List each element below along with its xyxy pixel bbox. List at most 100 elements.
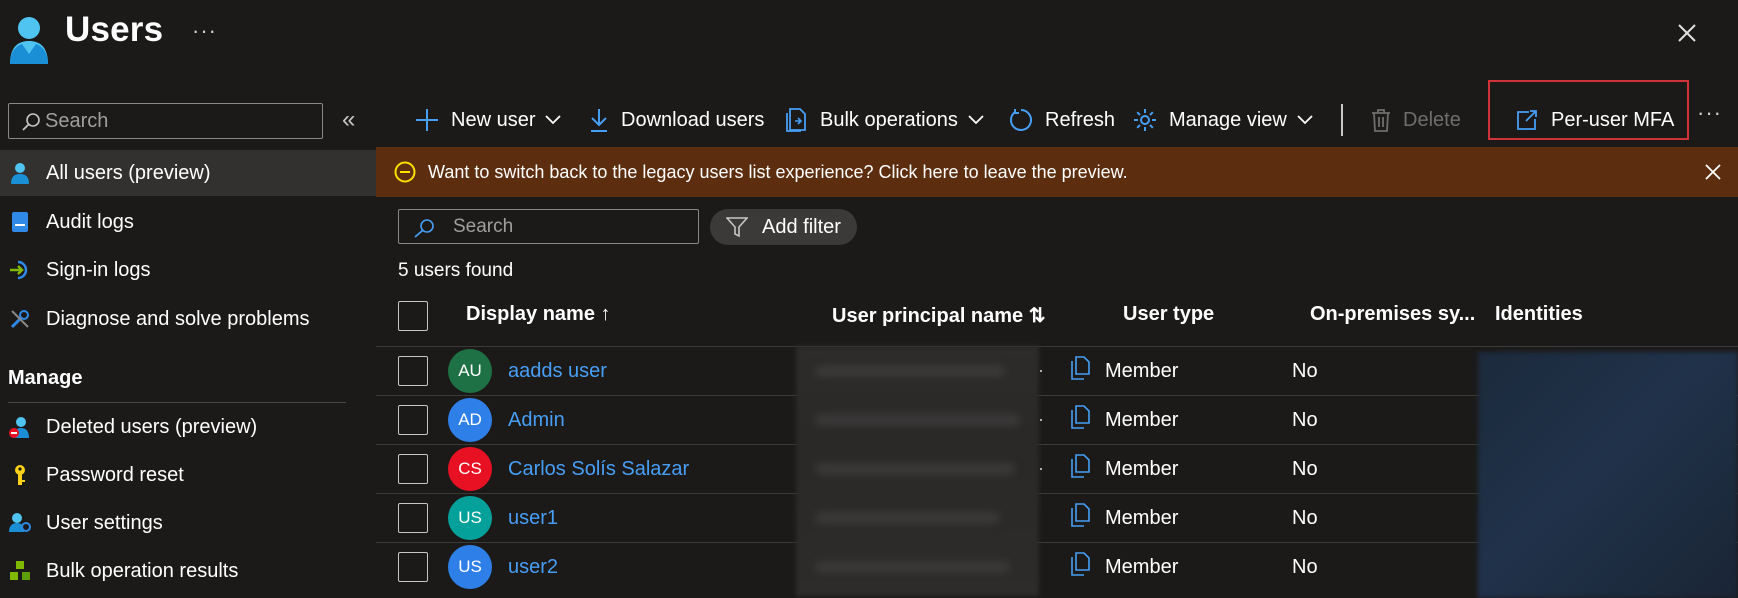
sidebar-item-user-settings[interactable]: User settings xyxy=(0,500,376,546)
sign-in-icon xyxy=(9,259,31,281)
manage-view-label: Manage view xyxy=(1169,108,1287,131)
truncation-ellipsis: · xyxy=(1038,458,1044,478)
member-copy-icon[interactable] xyxy=(1070,356,1090,380)
user-type-value: Member xyxy=(1105,556,1179,578)
delete-button[interactable]: Delete xyxy=(1371,103,1461,137)
add-filter-button[interactable]: Add filter xyxy=(710,209,857,245)
avatar: CS xyxy=(448,447,492,491)
user-display-name-link[interactable]: user1 xyxy=(508,507,558,530)
on-premises-value: No xyxy=(1292,507,1318,529)
chevron-down-icon xyxy=(545,115,562,125)
sidebar-item-bulk-results[interactable]: Bulk operation results xyxy=(0,548,376,594)
gear-icon xyxy=(1133,108,1157,132)
download-users-button[interactable]: Download users xyxy=(589,103,764,137)
redacted-text xyxy=(815,463,1015,475)
download-icon xyxy=(589,108,609,132)
user-display-name-link[interactable]: Admin xyxy=(508,409,565,432)
sidebar-search-box[interactable] xyxy=(8,103,323,139)
sidebar-item-deleted-users[interactable]: Deleted users (preview) xyxy=(0,404,376,450)
sidebar-item-label: All users (preview) xyxy=(46,161,211,184)
row-checkbox[interactable] xyxy=(398,356,428,386)
bulk-operations-button[interactable]: Bulk operations xyxy=(786,103,984,137)
sidebar-item-label: Bulk operation results xyxy=(46,559,239,582)
avatar: US xyxy=(448,545,492,589)
list-search-box[interactable] xyxy=(398,209,699,244)
external-link-icon xyxy=(1515,109,1539,131)
manage-view-button[interactable]: Manage view xyxy=(1133,103,1313,137)
row-checkbox[interactable] xyxy=(398,503,428,533)
collapse-sidebar-button[interactable]: « xyxy=(342,106,355,134)
sidebar-item-diagnose[interactable]: Diagnose and solve problems xyxy=(0,296,376,342)
user-type-value: Member xyxy=(1105,360,1179,382)
sidebar-item-audit-logs[interactable]: Audit logs xyxy=(0,199,376,245)
column-header-display-name[interactable]: Display name ↑ xyxy=(466,303,611,326)
wrench-icon xyxy=(9,308,31,330)
user-icon xyxy=(9,162,31,184)
row-divider xyxy=(376,346,1738,347)
bulk-operations-label: Bulk operations xyxy=(820,108,958,131)
refresh-icon xyxy=(1009,108,1033,132)
add-filter-label: Add filter xyxy=(762,215,841,238)
download-users-label: Download users xyxy=(621,108,765,131)
user-type-value: Member xyxy=(1105,409,1179,431)
sidebar-item-label: Sign-in logs xyxy=(46,258,151,281)
column-header-on-premises[interactable]: On-premises sy... xyxy=(1310,303,1475,326)
redacted-text xyxy=(815,561,1010,573)
deleted-user-icon xyxy=(9,416,31,438)
row-checkbox[interactable] xyxy=(398,405,428,435)
redacted-text xyxy=(815,512,1000,524)
search-icon xyxy=(21,112,41,132)
divider xyxy=(8,402,346,403)
avatar: AD xyxy=(448,398,492,442)
member-copy-icon[interactable] xyxy=(1070,503,1090,527)
header-more-button[interactable]: ··· xyxy=(192,18,217,44)
close-icon[interactable] xyxy=(1703,162,1723,182)
bulk-results-icon xyxy=(9,560,31,582)
column-header-user-type[interactable]: User type xyxy=(1123,303,1214,326)
refresh-button[interactable]: Refresh xyxy=(1009,103,1115,137)
user-display-name-link[interactable]: user2 xyxy=(508,556,558,579)
on-premises-value: No xyxy=(1292,409,1318,431)
column-header-upn[interactable]: User principal name ⇅ xyxy=(832,303,1046,328)
search-icon xyxy=(413,218,435,238)
column-header-identities[interactable]: Identities xyxy=(1495,303,1583,326)
sidebar-item-all-users[interactable]: All users (preview) xyxy=(0,150,376,196)
new-user-button[interactable]: New user xyxy=(415,103,562,137)
preview-banner[interactable]: Want to switch back to the legacy users … xyxy=(376,147,1738,197)
warning-icon xyxy=(394,161,416,183)
avatar: AU xyxy=(448,349,492,393)
bulk-operations-icon xyxy=(786,108,808,132)
on-premises-value: No xyxy=(1292,458,1318,480)
toolbar-more-button[interactable]: ··· xyxy=(1697,100,1722,126)
sidebar-search-input[interactable] xyxy=(45,108,315,134)
redacted-text xyxy=(815,414,1020,426)
sidebar-item-label: User settings xyxy=(46,511,163,534)
plus-icon xyxy=(415,108,439,132)
user-settings-icon xyxy=(9,512,31,534)
delete-label: Delete xyxy=(1403,108,1461,131)
chevron-down-icon xyxy=(1297,115,1313,125)
user-display-name-link[interactable]: Carlos Solís Salazar xyxy=(508,458,689,481)
member-copy-icon[interactable] xyxy=(1070,405,1090,429)
row-checkbox[interactable] xyxy=(398,454,428,484)
close-icon[interactable] xyxy=(1672,18,1702,48)
refresh-label: Refresh xyxy=(1045,108,1116,131)
member-copy-icon[interactable] xyxy=(1070,454,1090,478)
list-search-input[interactable] xyxy=(453,215,688,239)
sidebar-item-sign-in-logs[interactable]: Sign-in logs xyxy=(0,247,376,293)
user-type-value: Member xyxy=(1105,507,1179,529)
select-all-checkbox[interactable] xyxy=(398,301,428,331)
member-copy-icon[interactable] xyxy=(1070,552,1090,576)
user-type-value: Member xyxy=(1105,458,1179,480)
user-display-name-link[interactable]: aadds user xyxy=(508,360,607,383)
truncation-ellipsis: · xyxy=(1038,360,1044,380)
key-icon xyxy=(9,464,31,486)
toolbar-divider xyxy=(1341,104,1343,136)
on-premises-value: No xyxy=(1292,556,1318,578)
redacted-text xyxy=(815,365,1005,377)
row-checkbox[interactable] xyxy=(398,552,428,582)
filter-icon xyxy=(726,216,748,238)
banner-text[interactable]: Want to switch back to the legacy users … xyxy=(428,162,1128,183)
sidebar-item-password-reset[interactable]: Password reset xyxy=(0,452,376,498)
per-user-mfa-button[interactable]: Per-user MFA xyxy=(1515,103,1674,137)
